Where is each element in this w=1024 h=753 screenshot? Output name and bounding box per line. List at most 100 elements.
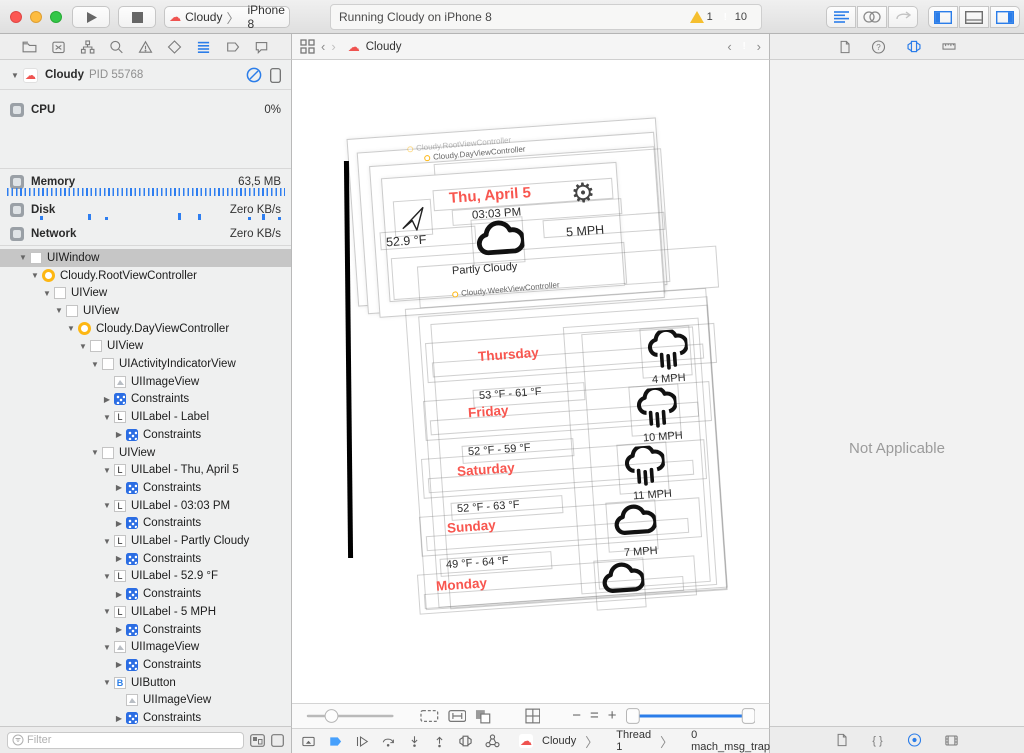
find-tab[interactable] xyxy=(108,39,125,55)
disclosure-icon[interactable]: ▶ xyxy=(114,714,124,723)
version-editor-button[interactable] xyxy=(888,6,918,28)
disclosure-icon[interactable]: ▶ xyxy=(102,395,112,404)
tree-row[interactable]: ▼ UILabel - 5 MPH xyxy=(0,603,292,621)
spacing-slider[interactable] xyxy=(306,709,394,723)
snippet-library-button[interactable]: { } xyxy=(869,732,886,748)
pause-button[interactable] xyxy=(354,734,370,749)
disclosure-icon[interactable]: ▼ xyxy=(66,324,76,333)
orientation-grid-icon[interactable] xyxy=(525,708,541,724)
disclosure-icon[interactable]: ▶ xyxy=(114,519,124,528)
disclosure-icon[interactable]: ▼ xyxy=(102,572,112,581)
zoom-actual-icon[interactable]: = xyxy=(590,711,599,721)
tree-row[interactable]: ▶ Constraints xyxy=(0,656,292,674)
assistant-editor-button[interactable] xyxy=(857,6,887,28)
tree-row[interactable]: ▼ UILabel - Label xyxy=(0,408,292,426)
step-over-button[interactable] xyxy=(380,734,397,749)
disclosure-icon[interactable]: ▼ xyxy=(78,342,88,351)
quick-help-tab[interactable]: ? xyxy=(870,39,887,55)
step-into-button[interactable] xyxy=(407,734,422,749)
tree-row[interactable]: ▶ Constraints xyxy=(0,709,292,726)
symbols-tab[interactable] xyxy=(79,39,96,55)
memory-graph-button[interactable] xyxy=(484,733,501,749)
constraint-mode-icon[interactable] xyxy=(448,709,467,723)
gauge-row-cpu[interactable]: CPU 0% xyxy=(0,100,291,120)
tests-tab[interactable] xyxy=(166,39,183,55)
stack-frame-label[interactable]: 0 mach_msg_trap xyxy=(691,729,770,753)
disclosure-icon[interactable]: ▼ xyxy=(18,253,28,262)
tree-row[interactable]: UIImageView xyxy=(0,373,292,391)
forward-icon[interactable]: › xyxy=(331,39,335,54)
size-inspector-tab[interactable] xyxy=(941,39,957,54)
reports-tab[interactable] xyxy=(253,39,270,55)
day-weather-cloud-icon[interactable] xyxy=(473,218,526,260)
process-row[interactable]: ▼ ☁ Cloudy PID 55768 xyxy=(0,65,291,85)
step-out-button[interactable] xyxy=(432,734,447,749)
breakpoints-enabled-button[interactable] xyxy=(327,734,344,749)
runtime-issue-icon[interactable]: ! xyxy=(719,11,732,24)
back-icon[interactable]: ‹ xyxy=(321,39,325,54)
close-window-button[interactable] xyxy=(10,11,22,23)
show-constraints-icon[interactable] xyxy=(271,734,284,747)
disclosure-icon[interactable]: ▼ xyxy=(10,71,20,80)
gauge-row-network[interactable]: Network Zero KB/s xyxy=(0,224,291,244)
tree-row[interactable]: ▼ Cloudy.RootViewController xyxy=(0,267,292,285)
tree-row[interactable]: ▼ UIButton xyxy=(0,674,292,692)
file-inspector-tab[interactable] xyxy=(837,39,852,55)
hide-debug-area-button[interactable] xyxy=(300,734,317,749)
object-library-button[interactable] xyxy=(906,732,923,748)
next-issue-icon[interactable]: › xyxy=(757,39,761,54)
pause-process-icon[interactable] xyxy=(246,67,262,83)
issue-badge[interactable]: ! xyxy=(738,40,751,53)
week-wind-label[interactable]: 10 MPH xyxy=(642,429,682,444)
disclosure-icon[interactable]: ▶ xyxy=(114,554,124,563)
tree-row[interactable]: ▼ UILabel - Partly Cloudy xyxy=(0,532,292,550)
tree-row[interactable]: ▶ Constraints xyxy=(0,585,292,603)
file-template-library-button[interactable] xyxy=(834,732,849,748)
disclosure-icon[interactable]: ▼ xyxy=(102,466,112,475)
tree-row[interactable]: ▼ UILabel - 52.9 °F xyxy=(0,568,292,586)
tree-row[interactable]: ▼ UILabel - Thu, April 5 xyxy=(0,461,292,479)
clipped-content-icon[interactable] xyxy=(420,709,439,723)
disclosure-icon[interactable]: ▼ xyxy=(90,448,100,457)
zoom-window-button[interactable] xyxy=(50,11,62,23)
disclosure-icon[interactable]: ▶ xyxy=(114,625,124,634)
standard-editor-button[interactable] xyxy=(826,6,856,28)
zoom-in-icon[interactable]: + xyxy=(608,711,617,721)
settings-gear-icon[interactable]: ⚙ xyxy=(570,177,596,210)
view-mode-icon[interactable] xyxy=(475,709,493,724)
tree-row[interactable]: ▼ UIView xyxy=(0,284,292,302)
warning-icon[interactable] xyxy=(690,11,704,23)
debug-app-label[interactable]: Cloudy xyxy=(542,735,576,747)
related-items-icon[interactable] xyxy=(300,39,315,54)
jumpbar-app-label[interactable]: Cloudy xyxy=(366,41,402,53)
week-weather-rain-icon[interactable] xyxy=(633,387,678,432)
tree-row[interactable]: ▶ Constraints xyxy=(0,391,292,409)
week-wind-label[interactable]: 11 MPH xyxy=(633,487,673,502)
tree-row[interactable]: ▼ UIView xyxy=(0,444,292,462)
disclosure-icon[interactable]: ▼ xyxy=(42,289,52,298)
show-views-with-drawing-icon[interactable] xyxy=(250,734,265,747)
tree-row[interactable]: ▼ UILabel - 03:03 PM xyxy=(0,497,292,515)
day-temperature-label[interactable]: 52.9 °F xyxy=(386,233,427,250)
view-debugger-canvas[interactable]: Cloudy.RootViewControllerCloudy.DayViewC… xyxy=(292,60,770,703)
disclosure-icon[interactable]: ▶ xyxy=(114,660,124,669)
tree-row[interactable]: ▼ UIView xyxy=(0,302,292,320)
toggle-debug-area-button[interactable] xyxy=(959,6,989,28)
week-day-label[interactable]: Monday xyxy=(436,575,488,594)
tree-row[interactable]: ▶ Constraints xyxy=(0,621,292,639)
tree-row[interactable]: ▼ UIView xyxy=(0,338,292,356)
range-slider[interactable] xyxy=(626,707,755,725)
media-library-button[interactable] xyxy=(943,733,960,748)
disclosure-icon[interactable]: ▼ xyxy=(102,607,112,616)
view-debugger-button[interactable] xyxy=(457,733,474,749)
week-weather-rain-icon[interactable] xyxy=(622,445,667,490)
debug-tab[interactable] xyxy=(195,39,212,55)
object-inspector-tab[interactable] xyxy=(905,38,923,55)
stop-button[interactable] xyxy=(118,6,156,28)
week-wind-label[interactable]: 4 MPH xyxy=(652,372,686,386)
issues-tab[interactable] xyxy=(137,39,154,55)
disclosure-icon[interactable]: ▼ xyxy=(102,643,112,652)
breakpoints-tab[interactable] xyxy=(224,39,241,55)
scheme-selector[interactable]: ☁ Cloudy 〉 iPhone 8 xyxy=(164,6,290,28)
zoom-out-icon[interactable]: − xyxy=(572,711,581,721)
